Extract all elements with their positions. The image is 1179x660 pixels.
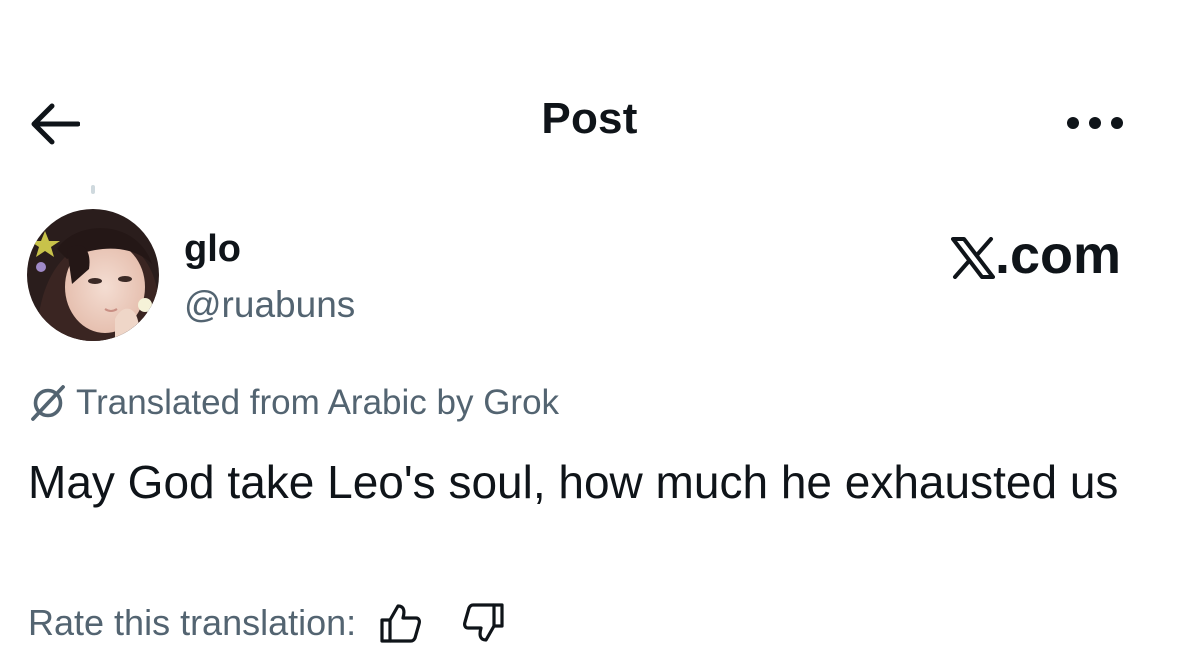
- thumbs-down-button[interactable]: [462, 601, 506, 645]
- watermark-text: .com: [994, 225, 1121, 285]
- rate-translation-row: Rate this translation:: [28, 601, 506, 645]
- avatar[interactable]: [27, 209, 159, 341]
- translation-label-row: Translated from Arabic by Grok: [28, 383, 559, 423]
- thumbs-down-icon: [463, 603, 504, 642]
- x-logo: [950, 237, 995, 279]
- more-horizontal-icon: [1067, 117, 1123, 129]
- x-watermark: .com: [950, 224, 1121, 286]
- thumbs-up-icon: [380, 604, 422, 643]
- post-screen: Post glo @ruabuns .com Translated from A…: [0, 0, 1179, 660]
- rate-label: Rate this translation:: [28, 602, 357, 643]
- page-title: Post: [541, 94, 638, 143]
- translation-label: Translated from Arabic by Grok: [76, 383, 560, 422]
- grok-icon: [31, 385, 65, 421]
- post-text: May God take Leo's soul, how much he exh…: [28, 456, 1119, 508]
- author-handle[interactable]: @ruabuns: [184, 284, 355, 326]
- more-button[interactable]: [1063, 105, 1127, 141]
- thread-connector-line: [91, 185, 95, 194]
- thumbs-up-button[interactable]: [378, 601, 422, 645]
- avatar-photo: [27, 209, 159, 341]
- author-name[interactable]: glo: [184, 228, 241, 271]
